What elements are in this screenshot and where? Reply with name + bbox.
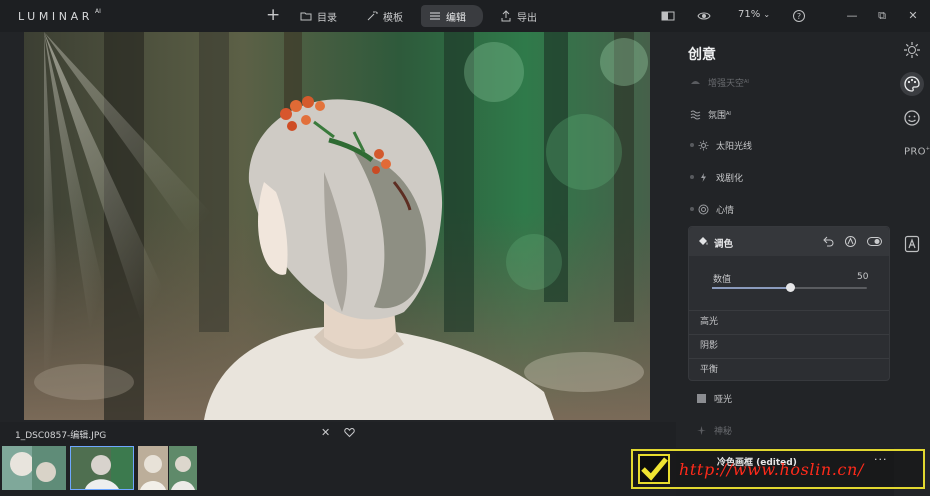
export-icon (501, 10, 511, 22)
sky-icon (691, 80, 700, 84)
toning-panel: 调色 数值 50 高光 阴影 平衡 (688, 226, 890, 381)
photo-canvas[interactable] (24, 32, 650, 420)
watermark-overlay: 冷色画框 (edited) ··· http://www.hoslin.cn/ (631, 449, 925, 489)
portrait-tab[interactable] (900, 106, 924, 130)
lightning-icon (701, 172, 706, 182)
creative-tab[interactable] (900, 72, 924, 96)
tool-sunrays[interactable]: 太阳光线 (690, 135, 752, 155)
close-window-button[interactable]: ✕ (906, 9, 920, 23)
mood-icon (698, 204, 709, 214)
app-logo: LUMINAR AI (18, 8, 101, 23)
smile-icon (904, 110, 920, 126)
templates-tab[interactable]: 模板 (358, 5, 411, 27)
thumbnail-image (71, 447, 133, 489)
toning-header[interactable]: 调色 (689, 227, 889, 256)
filmstrip-thumbnail[interactable] (169, 446, 197, 490)
check-glyph (641, 457, 668, 481)
minimize-button[interactable]: — (845, 9, 859, 23)
top-toolbar: LUMINAR AI + 目录 模板 编辑 导出 71% ⌄ ? — ⧉ ✕ (0, 0, 930, 32)
tool-mystical[interactable]: 神秘 (690, 420, 732, 440)
text-tool-tab[interactable] (900, 232, 924, 256)
waves-icon (690, 110, 701, 119)
tool-enhance-sky[interactable]: 增强天空 AI (690, 72, 749, 92)
mask-icon[interactable] (844, 235, 857, 248)
sliders-icon (430, 12, 440, 20)
thumbnail-image (169, 446, 197, 490)
bullet-dot (690, 143, 694, 147)
magic-wand-icon (367, 11, 378, 21)
add-photos-button[interactable]: + (266, 6, 280, 24)
sun-icon (904, 42, 920, 58)
filmstrip-thumbnail[interactable] (138, 446, 168, 490)
folder-icon (300, 12, 312, 21)
pro-tab[interactable]: PRO+ (904, 146, 930, 157)
filmstrip-thumbnail[interactable] (2, 446, 66, 490)
thumbnail-image (138, 446, 168, 490)
paint-bucket-icon (699, 237, 708, 245)
visibility-toggle-icon[interactable] (867, 235, 882, 248)
bullet-dot (690, 207, 694, 211)
amount-slider[interactable] (712, 283, 867, 292)
help-icon[interactable]: ? (792, 9, 806, 23)
toning-balance-row[interactable]: 平衡 (689, 358, 889, 382)
undo-icon[interactable] (822, 235, 835, 248)
panel-title: 创意 (688, 47, 716, 63)
matte-icon (697, 393, 706, 403)
sun-icon (698, 140, 709, 150)
palette-icon (904, 76, 920, 92)
photo-image (24, 32, 650, 420)
tool-dramatic[interactable]: 戏剧化 (690, 167, 743, 187)
restore-button[interactable]: ⧉ (875, 9, 889, 23)
heart-icon[interactable] (344, 427, 355, 438)
toning-highlights-row[interactable]: 高光 (689, 310, 889, 334)
eye-icon[interactable] (697, 9, 711, 23)
tool-mood[interactable]: 心情 (690, 199, 734, 219)
export-tab[interactable]: 导出 (492, 5, 545, 27)
catalog-tab[interactable]: 目录 (292, 5, 345, 27)
checkmark-icon (638, 454, 670, 484)
compare-icon[interactable] (661, 9, 675, 23)
toning-shadows-row[interactable]: 阴影 (689, 334, 889, 358)
slider-fill (712, 287, 790, 289)
tool-atmosphere[interactable]: 氛围 AI (690, 104, 731, 124)
watermark-text: http://www.hoslin.cn/ (679, 460, 864, 479)
zoom-dropdown[interactable]: 71% ⌄ (738, 9, 770, 20)
thumbnail-image (2, 446, 66, 490)
more-options-icon[interactable]: ··· (874, 453, 888, 466)
slider-handle[interactable] (785, 283, 795, 292)
svg-text:?: ? (797, 12, 801, 21)
amount-label: 数值 (713, 275, 732, 285)
close-image-button[interactable]: ✕ (321, 426, 330, 439)
essentials-tab[interactable] (900, 38, 924, 62)
edit-tab[interactable]: 编辑 (421, 5, 483, 27)
tool-matte[interactable]: 哑光 (690, 388, 732, 408)
mystical-icon (697, 425, 706, 435)
bullet-dot (690, 175, 694, 179)
document-a-icon (904, 235, 920, 253)
amount-value: 50 (857, 272, 869, 282)
filename-label: 1_DSC0857-编辑.JPG (15, 431, 107, 441)
filmstrip-thumbnail-selected[interactable] (70, 446, 134, 490)
